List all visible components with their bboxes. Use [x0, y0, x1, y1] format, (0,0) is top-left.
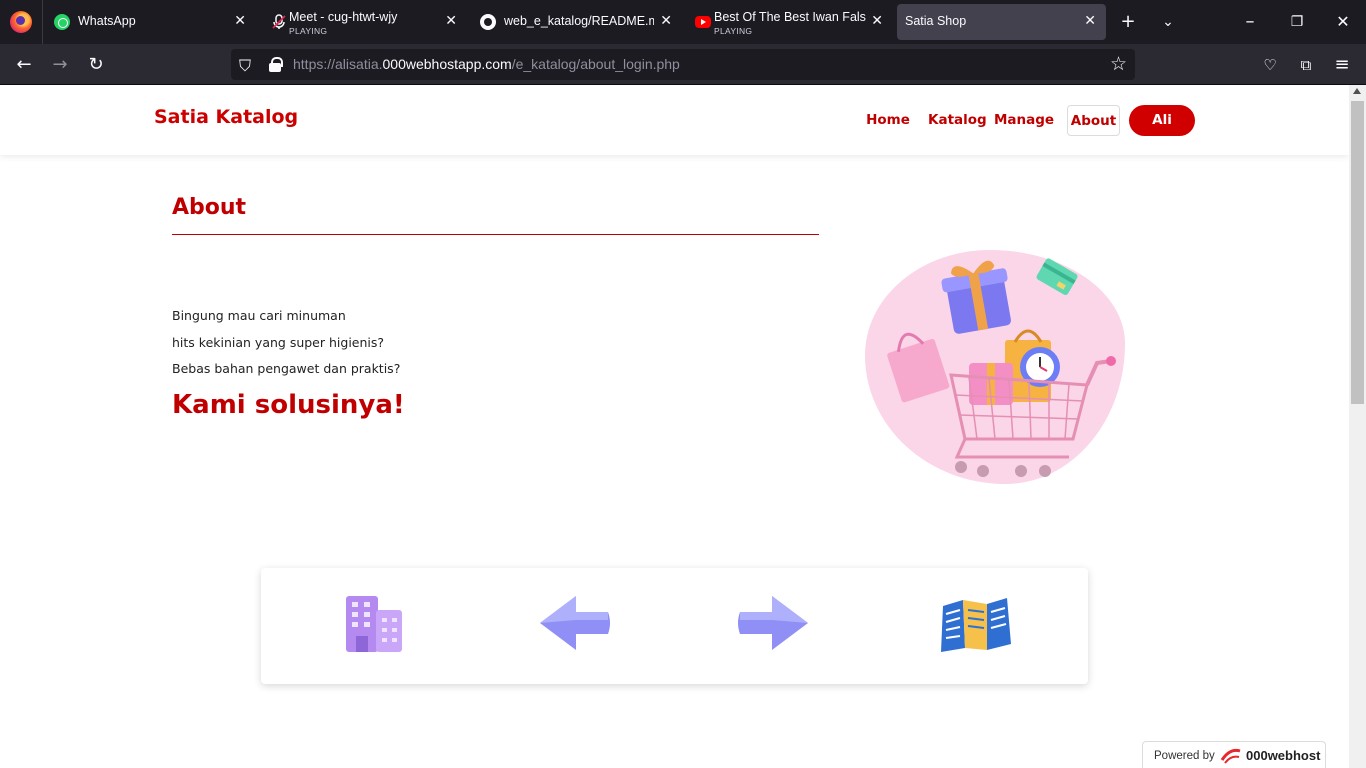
- close-tab-icon[interactable]: ✕: [234, 13, 246, 29]
- bookmark-star-icon[interactable]: ☆: [1110, 53, 1127, 75]
- tab-youtube[interactable]: Best Of The Best Iwan Fals ~ K PLAYING ✕: [685, 4, 893, 40]
- forward-icon[interactable]: →: [47, 52, 73, 78]
- nav-about[interactable]: About: [1067, 105, 1120, 136]
- tab-title: web_e_katalog/README.md: [504, 14, 654, 28]
- close-tab-icon[interactable]: ✕: [1084, 13, 1096, 29]
- menu-icon[interactable]: ≡: [1329, 52, 1355, 78]
- shopping-cart-illustration: [887, 258, 1116, 477]
- brochure-icon[interactable]: [937, 590, 1013, 656]
- tab-title: Best Of The Best Iwan Fals ~ K: [714, 10, 870, 24]
- lock-icon[interactable]: [269, 57, 283, 72]
- firefox-icon[interactable]: [10, 11, 32, 33]
- tab-playing-label: PLAYING: [289, 26, 328, 36]
- shield-icon[interactable]: ⛉: [239, 56, 251, 76]
- tab-title: Satia Shop: [905, 14, 967, 28]
- tab-meet[interactable]: Meet - cug-htwt-wjy PLAYING ✕: [261, 4, 467, 40]
- about-text-line: Bebas bahan pengawet dan praktis?: [172, 361, 401, 376]
- tab-github[interactable]: web_e_katalog/README.md ✕: [470, 4, 682, 40]
- whatsapp-icon: [54, 14, 70, 30]
- headline: Kami solusinya!: [172, 390, 405, 420]
- close-tab-icon[interactable]: ✕: [660, 13, 672, 29]
- page-scrollbar[interactable]: [1349, 85, 1366, 768]
- tab-playing-label: PLAYING: [714, 26, 753, 36]
- close-window-icon[interactable]: ✕: [1331, 10, 1355, 34]
- extensions-icon[interactable]: ⧉: [1293, 52, 1319, 78]
- webhost-brand: 000webhost: [1246, 748, 1321, 763]
- about-text-line: Bingung mau cari minuman: [172, 308, 346, 323]
- nav-katalog[interactable]: Katalog: [928, 105, 987, 136]
- tab-satia-shop[interactable]: Satia Shop ✕: [897, 4, 1106, 40]
- site-header: Satia Katalog Home Katalog Manage About …: [0, 85, 1349, 155]
- scrollbar-thumb[interactable]: [1351, 101, 1364, 404]
- hosting-badge[interactable]: Powered by 000webhost: [1142, 741, 1326, 768]
- about-text-line: hits kekinian yang super higienis?: [172, 335, 385, 350]
- microphone-muted-icon: [271, 14, 287, 30]
- close-tab-icon[interactable]: ✕: [871, 13, 883, 29]
- url-text[interactable]: https://alisatia.000webhostapp.com/e_kat…: [293, 56, 680, 72]
- tab-title: WhatsApp: [78, 14, 136, 28]
- arrow-right-icon[interactable]: [736, 590, 812, 656]
- page-viewport: Satia Katalog Home Katalog Manage About …: [0, 85, 1349, 768]
- divider: [172, 234, 819, 235]
- arrow-left-icon[interactable]: [536, 590, 612, 656]
- back-icon[interactable]: ←: [11, 52, 37, 78]
- new-tab-icon[interactable]: +: [1116, 10, 1140, 34]
- scroll-up-icon[interactable]: [1353, 88, 1361, 94]
- browser-nav-bar: ← → ↻ ⛉ https://alisatia.000webhostapp.c…: [0, 44, 1366, 85]
- tab-divider: [42, 0, 43, 44]
- browser-tab-bar: WhatsApp ✕ Meet - cug-htwt-wjy PLAYING ✕…: [0, 0, 1366, 44]
- nav-home[interactable]: Home: [862, 105, 914, 136]
- address-bar[interactable]: ⛉ https://alisatia.000webhostapp.com/e_k…: [231, 49, 1135, 80]
- minimize-icon[interactable]: –: [1238, 10, 1262, 34]
- building-icon[interactable]: [336, 590, 412, 656]
- tab-title: Meet - cug-htwt-wjy: [289, 10, 398, 24]
- about-heading: About: [172, 195, 247, 220]
- github-icon: [480, 14, 496, 30]
- tab-list-chevron-icon[interactable]: ⌄: [1156, 10, 1180, 34]
- site-brand[interactable]: Satia Katalog: [154, 106, 298, 128]
- pocket-icon[interactable]: ♡: [1257, 52, 1283, 78]
- powered-by-label: Powered by: [1154, 750, 1215, 762]
- quick-links-card: [261, 568, 1088, 684]
- close-tab-icon[interactable]: ✕: [445, 13, 457, 29]
- reload-icon[interactable]: ↻: [83, 52, 109, 78]
- restore-icon[interactable]: ❐: [1285, 10, 1309, 34]
- webhost-logo-icon: [1220, 748, 1241, 764]
- user-button[interactable]: Ali: [1129, 105, 1195, 136]
- tab-whatsapp[interactable]: WhatsApp ✕: [44, 4, 256, 40]
- youtube-icon: [695, 16, 711, 28]
- nav-manage[interactable]: Manage: [994, 105, 1054, 136]
